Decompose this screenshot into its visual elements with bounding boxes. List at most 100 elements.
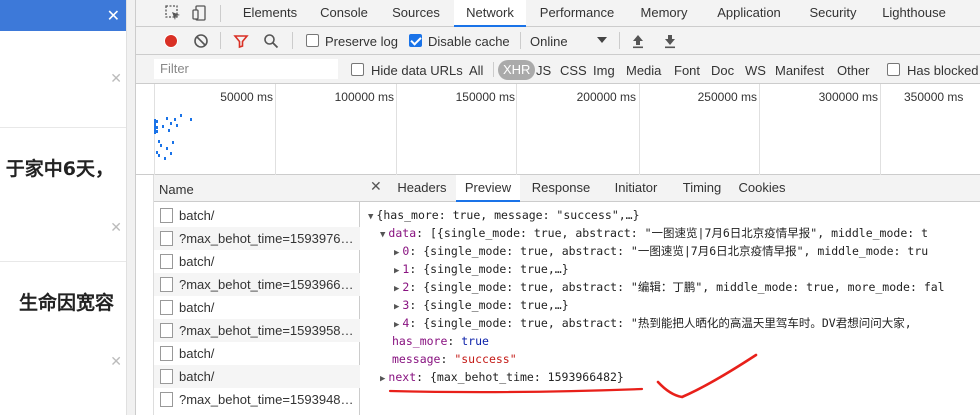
- close-icon[interactable]: ✕: [107, 6, 120, 25]
- inspect-element-icon[interactable]: [164, 4, 182, 22]
- devtools-tabbar: Elements Console Sources Network Perform…: [136, 0, 980, 27]
- filter-type-js[interactable]: JS: [536, 63, 551, 78]
- request-marker: [170, 152, 172, 155]
- tab-elements[interactable]: Elements: [232, 0, 308, 27]
- export-har-icon[interactable]: [663, 33, 677, 49]
- filter-type-ws[interactable]: WS: [745, 63, 766, 78]
- news-headline[interactable]: 生命因宽容: [19, 288, 114, 315]
- annotation-overlay: [388, 353, 758, 399]
- timeline-tick-label: 50000 ms: [220, 90, 273, 104]
- close-icon[interactable]: ✕: [110, 354, 122, 370]
- network-overview[interactable]: 50000 ms 100000 ms 150000 ms 200000 ms 2…: [136, 84, 980, 175]
- grid-line: [275, 84, 276, 175]
- page-header-bar: ✕: [0, 0, 126, 31]
- file-icon: [160, 277, 173, 292]
- panel-gutter: [136, 175, 154, 415]
- filter-type-all[interactable]: All: [469, 63, 483, 78]
- filter-type-media[interactable]: Media: [626, 63, 661, 78]
- close-icon[interactable]: ✕: [110, 71, 122, 87]
- list-item[interactable]: 生命因宽容 ✕: [0, 262, 126, 415]
- request-name: batch/: [179, 254, 215, 269]
- timeline-tick-label: 350000 ms: [904, 90, 964, 104]
- name-column-header[interactable]: Name: [154, 175, 360, 202]
- web-page-panel: ✕ ✕ 于家中6天， ✕ 生命因宽容 ✕: [0, 0, 135, 415]
- filter-icon[interactable]: [233, 33, 249, 49]
- toolbar-divider: [520, 32, 521, 49]
- request-name: ?max_behot_time=1593976…: [179, 231, 352, 246]
- request-marker: [160, 144, 162, 147]
- request-name: batch/: [179, 300, 215, 315]
- file-icon: [160, 323, 173, 338]
- timeline-tick-label: 250000 ms: [697, 90, 757, 104]
- request-detail-pane: ✕ Headers Preview Response Initiator Tim…: [360, 175, 980, 415]
- filter-type-manifest[interactable]: Manifest: [775, 63, 824, 78]
- filter-type-img[interactable]: Img: [593, 63, 615, 78]
- disable-cache-checkbox[interactable]: [409, 34, 422, 47]
- has-blocked-label[interactable]: Has blocked: [907, 63, 979, 78]
- request-marker: [174, 118, 176, 121]
- request-row[interactable]: batch/: [154, 250, 360, 273]
- toolbar-divider: [292, 32, 293, 49]
- request-marker: [156, 130, 158, 133]
- throttling-select[interactable]: Online: [530, 34, 568, 49]
- timeline-tick-label: 300000 ms: [818, 90, 878, 104]
- request-marker: [158, 154, 160, 157]
- request-marker: [166, 147, 168, 150]
- filter-type-doc[interactable]: Doc: [711, 63, 734, 78]
- import-har-icon[interactable]: [631, 33, 645, 49]
- tab-console[interactable]: Console: [312, 0, 376, 27]
- hide-data-urls-label[interactable]: Hide data URLs: [371, 63, 463, 78]
- page-scrollbar[interactable]: [126, 0, 135, 415]
- hide-data-urls-checkbox[interactable]: [351, 63, 364, 76]
- has-blocked-checkbox[interactable]: [887, 63, 900, 76]
- close-icon[interactable]: ✕: [110, 220, 122, 236]
- request-row[interactable]: batch/: [154, 342, 360, 365]
- filter-type-css[interactable]: CSS: [560, 63, 587, 78]
- grid-line: [759, 84, 760, 175]
- file-icon: [160, 300, 173, 315]
- request-marker: [162, 125, 164, 128]
- request-row[interactable]: ?max_behot_time=1593976…: [154, 227, 360, 250]
- tab-application[interactable]: Application: [708, 0, 790, 27]
- file-icon: [160, 369, 173, 384]
- clear-icon[interactable]: [193, 33, 209, 49]
- chevron-down-icon[interactable]: [597, 37, 607, 44]
- tab-security[interactable]: Security: [800, 0, 866, 27]
- name-column-label: Name: [159, 182, 194, 197]
- request-row[interactable]: batch/: [154, 365, 360, 388]
- tab-network[interactable]: Network: [454, 0, 526, 27]
- tab-lighthouse[interactable]: Lighthouse: [874, 0, 954, 27]
- preserve-log-checkbox[interactable]: [306, 34, 319, 47]
- list-item[interactable]: ✕: [0, 31, 126, 128]
- toolbar-divider: [220, 5, 221, 22]
- search-icon[interactable]: [263, 33, 279, 49]
- request-row[interactable]: ?max_behot_time=1593948…: [154, 388, 360, 411]
- tab-sources[interactable]: Sources: [384, 0, 448, 27]
- tab-performance[interactable]: Performance: [532, 0, 622, 27]
- preserve-log-label[interactable]: Preserve log: [325, 34, 398, 49]
- request-name: batch/: [179, 369, 215, 384]
- request-row[interactable]: batch/: [154, 296, 360, 319]
- disable-cache-label[interactable]: Disable cache: [428, 34, 510, 49]
- request-marker: [168, 129, 170, 132]
- request-row[interactable]: ?max_behot_time=1593966…: [154, 273, 360, 296]
- request-name: ?max_behot_time=1593958…: [179, 323, 352, 338]
- filter-bar: Filter Hide data URLs All XHR JS CSS Img…: [136, 55, 980, 84]
- filter-type-xhr[interactable]: XHR: [498, 60, 536, 80]
- request-name: ?max_behot_time=1593948…: [179, 392, 352, 407]
- news-headline[interactable]: 于家中6天，: [6, 154, 114, 181]
- filter-type-font[interactable]: Font: [674, 63, 700, 78]
- file-icon: [160, 346, 173, 361]
- grid-line: [396, 84, 397, 175]
- toolbar-divider: [493, 62, 494, 77]
- network-toolbar: Preserve log Disable cache Online: [136, 27, 980, 55]
- record-icon[interactable]: [163, 33, 179, 49]
- request-row[interactable]: ?max_behot_time=1593958…: [154, 319, 360, 342]
- request-row[interactable]: batch/: [154, 204, 360, 227]
- tab-memory[interactable]: Memory: [632, 0, 696, 27]
- device-toolbar-icon[interactable]: [192, 4, 210, 22]
- request-name: batch/: [179, 346, 215, 361]
- filter-type-other[interactable]: Other: [837, 63, 870, 78]
- filter-input[interactable]: Filter: [154, 59, 338, 79]
- list-item[interactable]: 于家中6天， ✕: [0, 128, 126, 262]
